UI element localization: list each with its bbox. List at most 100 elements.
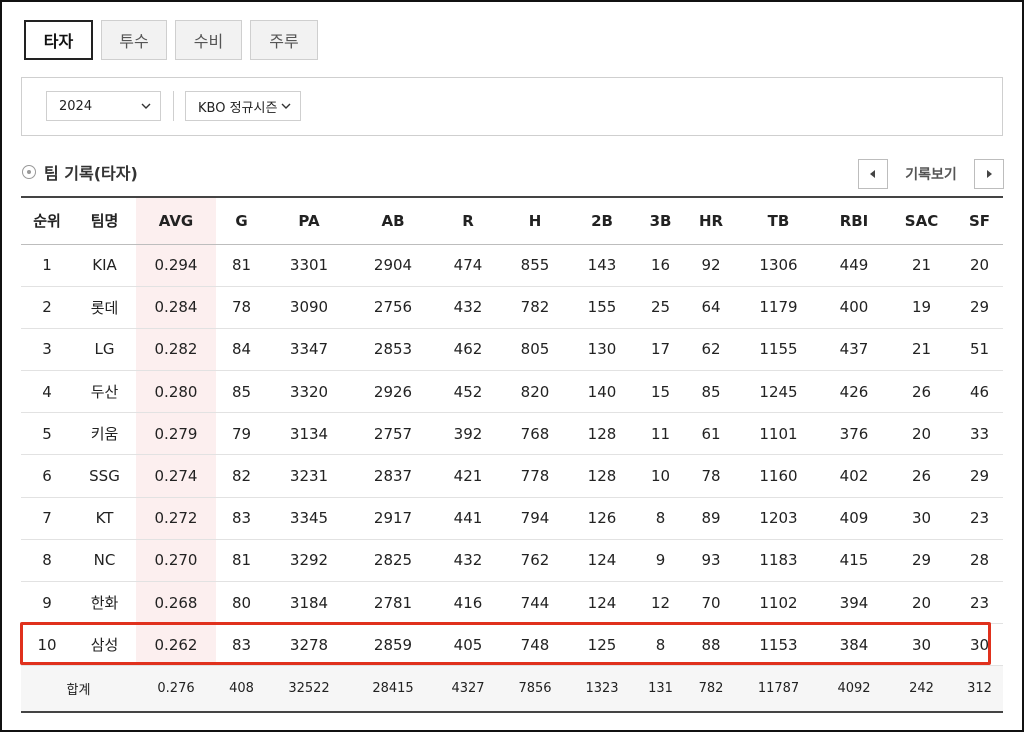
table-cell: 29 (911, 551, 932, 570)
table-cell: 83 (231, 509, 252, 528)
table-cell: 16 (650, 256, 671, 275)
column-header[interactable]: RBI (821, 197, 887, 245)
table-cell: 12 (650, 593, 671, 612)
table-cell: 4 (42, 382, 52, 401)
table-cell: 0.268 (136, 581, 216, 624)
table-cell: 124 (587, 593, 617, 612)
table-cell: 0.274 (136, 454, 216, 498)
table-row: 4 두산 0.280 85 3320 2926 452 820 140 15 85 1245 426 26… (21, 370, 1003, 413)
table-cell: 89 (701, 509, 721, 528)
table-cell: 25 (650, 298, 671, 317)
table-cell: 두산 (90, 383, 119, 402)
total-cell: 782 (698, 681, 724, 697)
tab-fielding[interactable]: 수비 (175, 20, 242, 60)
table-row: 5 키움 0.279 79 3134 2757 392 768 128 11 61 1101 376 20… (21, 412, 1003, 455)
table-cell: NC (93, 551, 116, 570)
table-cell: 2825 (373, 551, 413, 570)
table-cell: 62 (701, 340, 721, 359)
table-cell: 394 (839, 593, 869, 612)
table-row: 8 NC 0.270 81 3292 2825 432 762 124 9 93 1183 415 29 2… (21, 539, 1003, 582)
table-footer: 합계 0.276 408 32522 28415 4327 7856 1323 131 782 11… (21, 665, 1003, 712)
table-cell: 15 (650, 382, 671, 401)
table-cell: 768 (520, 424, 550, 443)
table-row: 9 한화 0.268 80 3184 2781 416 744 124 12 70 1102 394 20… (21, 581, 1003, 624)
table-cell: 437 (839, 340, 869, 359)
table-cell: SSG (89, 467, 120, 486)
table-cell: 143 (587, 256, 617, 275)
table-body: 1 KIA 0.294 81 3301 2904 474 855 143 16 92 1306 449 2… (21, 244, 1003, 666)
table-cell: 124 (587, 551, 617, 570)
column-header[interactable]: TB (736, 197, 821, 245)
table-cell: 3184 (289, 593, 329, 612)
table-cell: 2859 (373, 635, 413, 654)
header-row: 순위 팀명 AVG G PA AB R H 2B 3B HR TB RBI SAC SF (21, 197, 1003, 245)
next-button[interactable] (974, 159, 1004, 189)
column-header[interactable]: G (216, 197, 267, 245)
table-cell: 23 (969, 593, 990, 612)
table-cell: 26 (911, 467, 932, 486)
table-cell: KIA (92, 256, 117, 275)
table-cell: 30 (911, 635, 932, 654)
tab-batting[interactable]: 타자 (24, 20, 93, 60)
table-cell: 794 (520, 509, 550, 528)
column-header[interactable]: H (501, 197, 569, 245)
table-cell: 3345 (289, 509, 329, 528)
season-select[interactable]: KBO 정규시즌 (185, 91, 301, 121)
table-cell: 한화 (90, 594, 119, 613)
table-cell: 85 (231, 382, 252, 401)
total-cell: 4092 (837, 681, 871, 697)
column-header[interactable]: 3B (635, 197, 686, 245)
table-cell: 128 (587, 424, 617, 443)
column-header[interactable]: HR (686, 197, 736, 245)
column-header[interactable]: AB (351, 197, 435, 245)
bullet-icon (22, 165, 36, 179)
table-cell: 1153 (759, 635, 798, 654)
table-cell: 384 (839, 635, 869, 654)
table-cell: 1 (42, 256, 52, 275)
table-cell: 0.270 (136, 539, 216, 582)
column-header[interactable]: 2B (569, 197, 635, 245)
table-cell: 0.284 (136, 286, 216, 329)
column-header[interactable]: R (435, 197, 501, 245)
table-cell: 762 (520, 551, 550, 570)
column-header[interactable]: AVG (136, 197, 216, 245)
column-header[interactable]: PA (267, 197, 351, 245)
table-cell: 11 (650, 424, 671, 443)
table-cell: 85 (701, 382, 721, 401)
tab-pitching[interactable]: 투수 (101, 20, 167, 60)
chevron-down-icon (281, 103, 291, 109)
prev-button[interactable] (858, 159, 888, 189)
table-cell: 28 (969, 551, 990, 570)
table-cell: 8 (655, 509, 666, 528)
table-cell: 0.262 (136, 623, 216, 666)
team-batting-table: 순위 팀명 AVG G PA AB R H 2B 3B HR TB RBI SAC SF 1 KIA 0.294… (21, 196, 1003, 713)
table-cell: 2 (42, 298, 52, 317)
table-cell: 1102 (759, 593, 798, 612)
table-cell: 155 (587, 298, 617, 317)
table-cell: 92 (701, 256, 721, 275)
total-cell: 0.276 (157, 681, 195, 697)
table-cell: 키움 (90, 425, 119, 444)
table-cell: 3231 (289, 467, 329, 486)
table-cell: 21 (911, 340, 932, 359)
table-cell: 452 (453, 382, 483, 401)
table-header: 순위 팀명 AVG G PA AB R H 2B 3B HR TB RBI SAC SF (21, 197, 1003, 245)
table-cell: 삼성 (90, 636, 119, 655)
total-row: 합계 0.276 408 32522 28415 4327 7856 1323 131 782 11… (21, 665, 1003, 712)
tab-baserunning[interactable]: 주루 (250, 20, 318, 60)
table-cell: 81 (231, 551, 252, 570)
column-header[interactable]: SF (956, 197, 1003, 245)
table-cell: 84 (231, 340, 252, 359)
year-select[interactable]: 2024 (46, 91, 161, 121)
table-cell: 78 (231, 298, 252, 317)
total-cell: 11787 (757, 681, 800, 697)
column-header[interactable]: SAC (887, 197, 956, 245)
table-cell: 29 (969, 298, 990, 317)
table-cell: 10 (37, 635, 57, 654)
column-header[interactable]: 팀명 (73, 197, 136, 245)
table-cell: 29 (969, 467, 990, 486)
table-cell: 416 (453, 593, 483, 612)
table-cell: 3292 (289, 551, 329, 570)
column-header[interactable]: 순위 (21, 197, 73, 245)
table-cell: 21 (911, 256, 932, 275)
